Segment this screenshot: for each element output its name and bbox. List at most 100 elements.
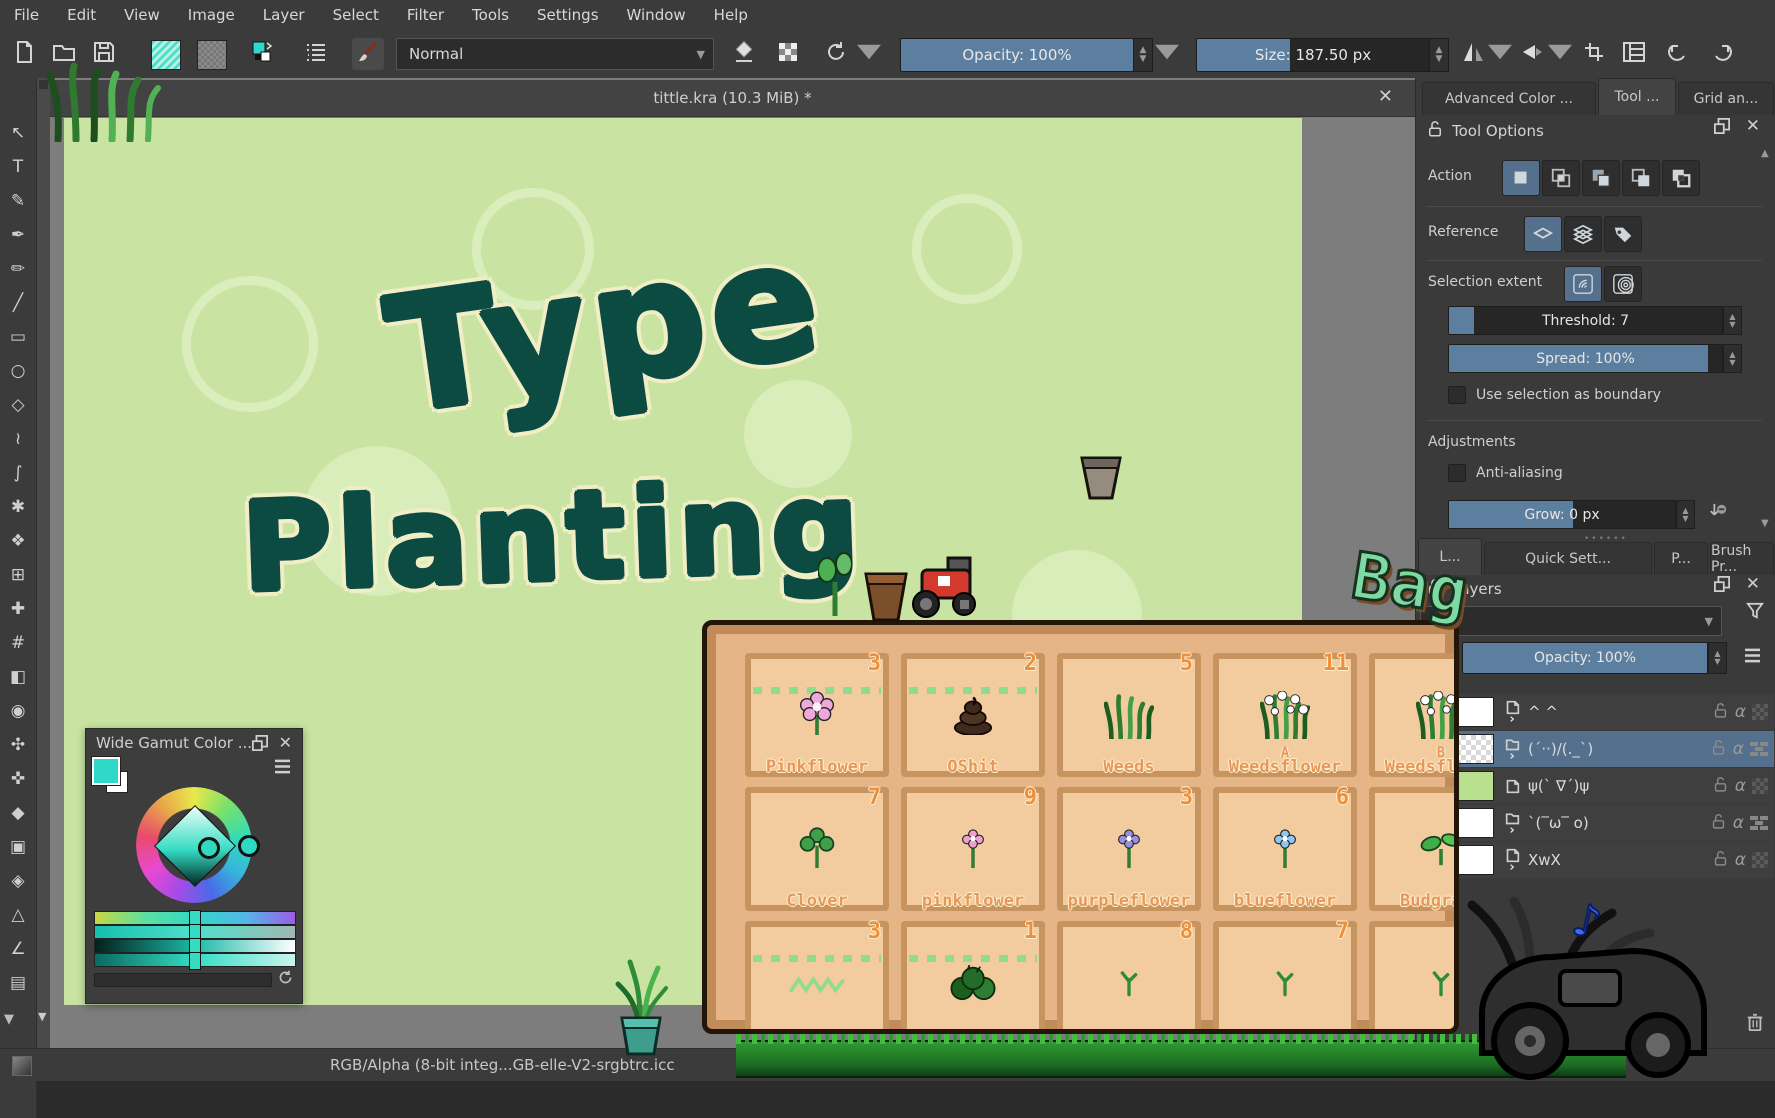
saturation-bar[interactable] xyxy=(94,925,296,939)
tab-p[interactable]: P... xyxy=(1654,542,1708,575)
layer-alpha-icon[interactable] xyxy=(1752,852,1768,868)
action-intersect-button[interactable] xyxy=(1542,160,1580,196)
float-docker-icon[interactable] xyxy=(252,735,268,755)
menu-help[interactable]: Help xyxy=(700,0,762,30)
layer-style-icon[interactable] xyxy=(1750,816,1768,830)
layer-blend-mode-combo[interactable]: ▼ xyxy=(1420,606,1722,636)
reset-colors-icon[interactable] xyxy=(277,969,294,990)
grow-spinner[interactable]: ▲▼ xyxy=(1676,500,1695,529)
foreground-color-swatch[interactable] xyxy=(92,757,120,785)
mirror-vertical-button[interactable] xyxy=(1458,38,1490,70)
inventory-slot-clover[interactable]: 7Clover xyxy=(745,787,889,911)
float-docker-icon[interactable] xyxy=(1714,576,1730,596)
menu-select[interactable]: Select xyxy=(319,0,393,30)
preserve-alpha-button[interactable] xyxy=(772,38,804,70)
inventory-slot-budgrass[interactable]: 3Budgrass xyxy=(1369,787,1459,911)
line-tool[interactable]: ╱ xyxy=(0,286,36,320)
lock-docker-icon[interactable] xyxy=(1426,120,1444,142)
reference-current-layer-button[interactable] xyxy=(1524,216,1562,252)
float-docker-icon[interactable] xyxy=(1714,118,1730,138)
layer-menu-icon[interactable] xyxy=(1743,648,1762,667)
edit-brush-settings-button[interactable] xyxy=(352,38,384,70)
value-bar[interactable] xyxy=(94,939,296,953)
layer-alpha-icon[interactable] xyxy=(1752,778,1768,794)
sv-handle[interactable] xyxy=(198,837,220,859)
selection-display-icon[interactable] xyxy=(12,1056,32,1076)
expand-chevron-icon[interactable]: › xyxy=(1509,715,1514,725)
inventory-slot-oshit[interactable]: 2OShit xyxy=(901,653,1045,777)
stop-growing-icon[interactable] xyxy=(1708,502,1728,526)
inventory-slot-empty[interactable]: 5 xyxy=(1369,921,1459,1034)
lock-layer-icon[interactable] xyxy=(1712,850,1729,871)
document-titlebar[interactable]: tittle.kra (10.3 MiB) * ✕ xyxy=(50,80,1415,117)
polygon-tool[interactable]: ◇ xyxy=(0,388,36,422)
inventory-slot-empty[interactable]: 7 xyxy=(1213,921,1357,1034)
layer-style-icon[interactable] xyxy=(1750,742,1768,756)
expand-chevron-icon[interactable]: › xyxy=(1509,752,1514,762)
expand-chevron-icon[interactable]: › xyxy=(1509,826,1514,836)
rectangle-tool[interactable]: ▭ xyxy=(0,320,36,354)
menu-view[interactable]: View xyxy=(110,0,174,30)
reload-preset-button[interactable] xyxy=(820,38,852,70)
redo-button[interactable] xyxy=(1706,38,1738,70)
mirror-horizontal-button[interactable] xyxy=(1516,38,1548,70)
menu-file[interactable]: File xyxy=(0,0,53,30)
layer-row-2[interactable]: ψ(` ∇´)ψα xyxy=(1418,768,1774,804)
crop-tool[interactable]: # xyxy=(0,626,36,660)
blending-mode-combo[interactable]: Normal ▼ xyxy=(396,38,714,70)
colorize-mask-tool[interactable]: ◈ xyxy=(0,864,36,898)
inventory-slot-empty[interactable]: 1 xyxy=(901,921,1045,1034)
history-bar[interactable] xyxy=(94,973,272,987)
polyline-tool[interactable]: ≀ xyxy=(0,422,36,456)
inventory-slot-weedsflower[interactable]: 11AWeedsflower xyxy=(1213,653,1357,777)
reload-options-dropdown[interactable] xyxy=(860,38,878,70)
threshold-spinner[interactable]: ▲▼ xyxy=(1723,306,1742,335)
hue-bar[interactable] xyxy=(94,911,296,925)
inventory-slot-purpleflower[interactable]: 3purpleflower xyxy=(1057,787,1201,911)
action-add-button[interactable] xyxy=(1582,160,1620,196)
move-tool[interactable]: ✚ xyxy=(0,592,36,626)
opacity-spinner[interactable]: ▲▼ xyxy=(1133,38,1153,72)
alpha-lock-icon[interactable]: α xyxy=(1735,850,1746,870)
menu-layer[interactable]: Layer xyxy=(249,0,319,30)
menu-window[interactable]: Window xyxy=(613,0,700,30)
layer-opacity-slider[interactable]: Opacity: 100% xyxy=(1462,642,1708,674)
mirror-horizontal-dropdown[interactable] xyxy=(1552,38,1568,70)
alpha-lock-icon[interactable]: α xyxy=(1735,776,1746,796)
color-panel-menu-icon[interactable] xyxy=(273,759,292,778)
scroll-down-icon[interactable]: ▼ xyxy=(1761,518,1773,529)
texture-swatch[interactable] xyxy=(197,40,227,70)
bezier-curve-tool[interactable]: ∫ xyxy=(0,456,36,490)
menu-edit[interactable]: Edit xyxy=(53,0,110,30)
choose-brush-preset-button[interactable] xyxy=(300,38,332,70)
scroll-up-icon[interactable]: ▲ xyxy=(1761,148,1773,159)
inventory-slot-weeds[interactable]: 5Weeds xyxy=(1057,653,1201,777)
antialiasing-checkbox[interactable] xyxy=(1448,464,1466,482)
smart-patch-tool[interactable]: ✜ xyxy=(0,762,36,796)
inventory-slot-weedsflower[interactable]: 5BWeedsflower xyxy=(1369,653,1459,777)
layer-name[interactable]: (´··)/(._`) xyxy=(1528,740,1710,758)
menu-image[interactable]: Image xyxy=(174,0,249,30)
transform-tool[interactable]: ⊞ xyxy=(0,558,36,592)
undo-button[interactable] xyxy=(1662,38,1694,70)
layer-row-1[interactable]: ✓›(´··)/(._`)α xyxy=(1418,731,1774,767)
opacity-slider[interactable]: Opacity: 100% xyxy=(900,38,1134,72)
inventory-slot-pinkflower[interactable]: 3Pinkflower xyxy=(745,653,889,777)
action-subtract-button[interactable] xyxy=(1622,160,1660,196)
reference-all-layers-button[interactable] xyxy=(1564,216,1602,252)
color-sampler-tool[interactable]: ◉ xyxy=(0,694,36,728)
inventory-slot-blueflower[interactable]: 6blueflower xyxy=(1213,787,1357,911)
multibrush-tool[interactable]: ❖ xyxy=(0,524,36,558)
spread-spinner[interactable]: ▲▼ xyxy=(1723,344,1742,373)
close-icon[interactable]: ✕ xyxy=(1378,86,1393,107)
text-tool[interactable]: T xyxy=(0,150,36,184)
menu-tools[interactable]: Tools xyxy=(458,0,523,30)
lock-layer-icon[interactable] xyxy=(1710,813,1727,834)
layer-opacity-spinner[interactable]: ▲▼ xyxy=(1708,642,1727,674)
tab-advancedcolor[interactable]: Advanced Color ... xyxy=(1422,82,1596,115)
ellipse-tool[interactable]: ○ xyxy=(0,354,36,388)
lock-layer-icon[interactable] xyxy=(1710,739,1727,760)
layer-row-4[interactable]: ›XwXα xyxy=(1418,842,1774,878)
workspace-chooser-button[interactable] xyxy=(1618,38,1650,70)
toolbox-scroll-down[interactable]: ▼ xyxy=(4,1012,14,1027)
